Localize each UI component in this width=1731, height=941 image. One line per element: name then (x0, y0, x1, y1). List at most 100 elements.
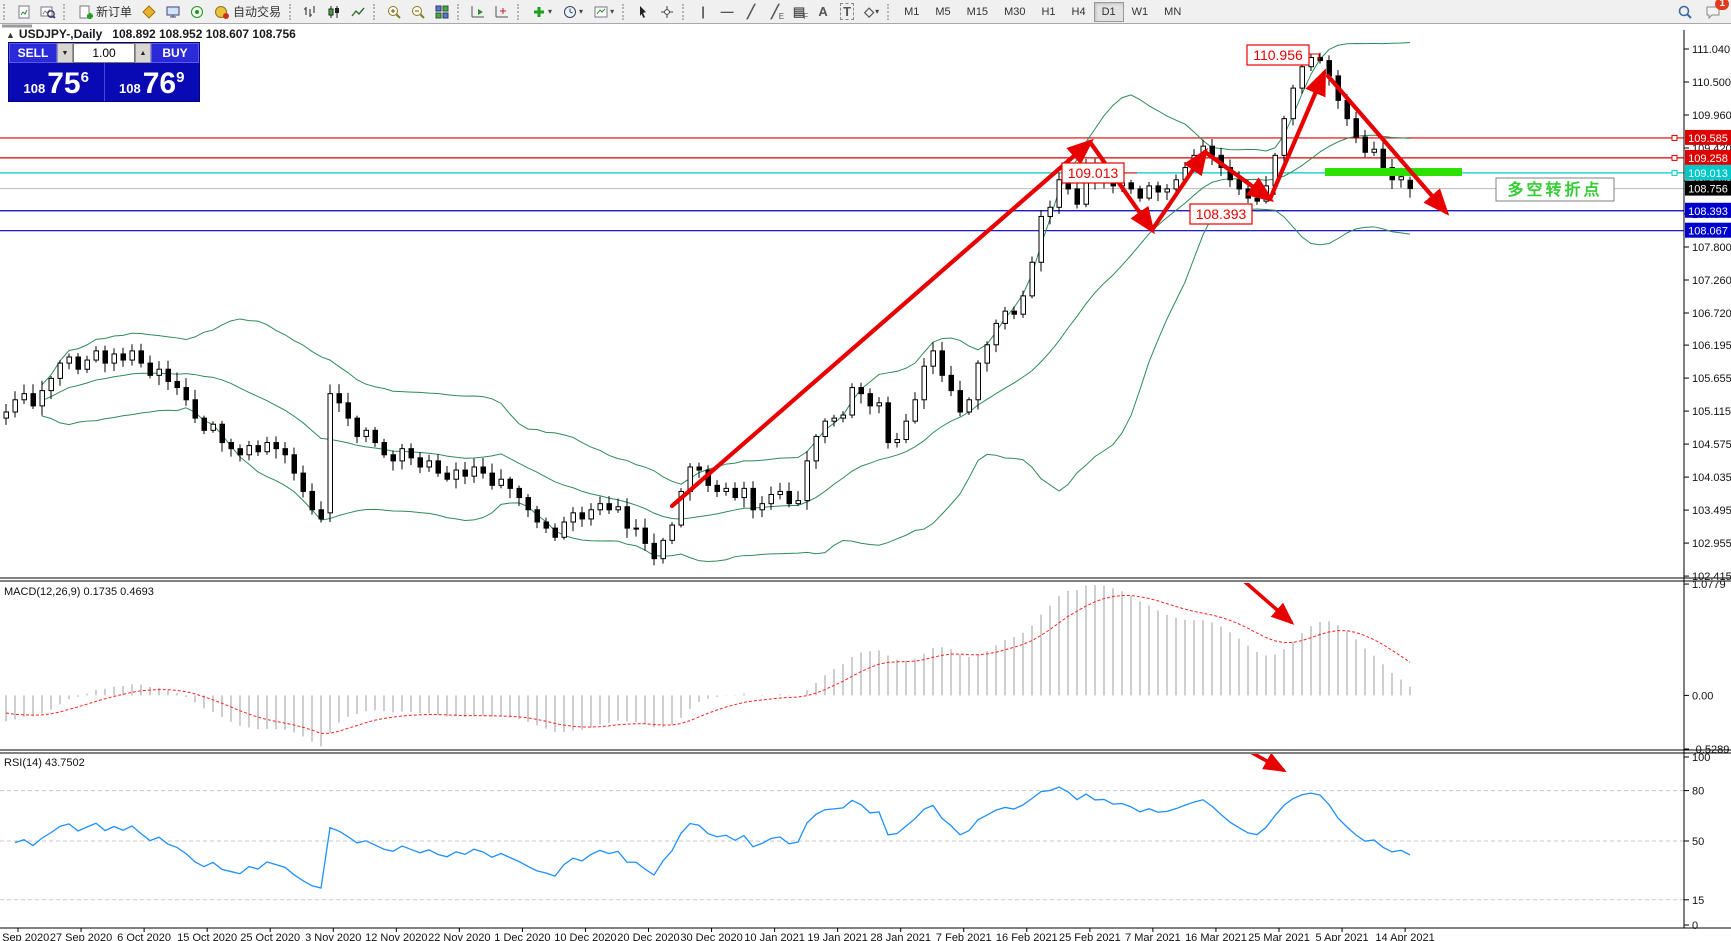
svg-text:105.655: 105.655 (1692, 373, 1731, 385)
sell-button[interactable]: SELL (9, 43, 57, 63)
svg-text:102.955: 102.955 (1692, 538, 1731, 550)
chevron-down-icon: ▾ (875, 7, 880, 16)
chevron-down-icon: ▾ (548, 7, 553, 16)
line-handle (1671, 169, 1678, 176)
timeframe-button-H4[interactable]: H4 (1064, 2, 1094, 22)
timeframe-button-M30[interactable]: M30 (996, 2, 1033, 22)
new-order-button[interactable]: 新订单 (72, 1, 137, 23)
sell-price-display[interactable]: 108 75 6 (9, 63, 104, 101)
svg-text:109.960: 109.960 (1692, 110, 1731, 122)
toolbar-grip (887, 3, 893, 20)
svg-text:104.035: 104.035 (1692, 472, 1731, 484)
market-watch-icon (141, 4, 157, 20)
buy-price-pip: 9 (176, 69, 185, 86)
volume-input[interactable] (73, 43, 135, 63)
price-chart-canvas[interactable]: 110.956 109.013 108.393 多空转折点 111.040 110.500… (0, 0, 1731, 941)
auto-scroll-button[interactable] (466, 1, 490, 23)
toolbar-grip (517, 3, 523, 20)
vertical-line-tool[interactable]: | (691, 1, 715, 23)
buy-price-display[interactable]: 108 76 9 (105, 63, 200, 101)
new-chart-button[interactable] (12, 1, 36, 23)
vertical-line-icon: | (701, 4, 705, 19)
svg-text:105.115: 105.115 (1692, 406, 1731, 418)
auto-trading-icon (214, 4, 230, 20)
zoom-out-button[interactable] (406, 1, 430, 23)
periods-button[interactable]: ▾ (557, 1, 588, 23)
price-axis-badge: 108.756 (1685, 180, 1731, 196)
chart-symbol-title: ▲ USDJPY-,Daily 108.892 108.952 108.607 10… (6, 27, 296, 41)
zoom-in-button[interactable] (382, 1, 406, 23)
templates-button[interactable]: ▾ (588, 1, 619, 23)
search-button[interactable] (1673, 1, 1697, 23)
svg-text:7 Mar 2021: 7 Mar 2021 (1125, 932, 1181, 941)
notifications-button[interactable]: 1 (1701, 0, 1729, 23)
text-label-tool[interactable]: T (835, 1, 859, 23)
shapes-icon: ◇ (864, 3, 875, 19)
svg-text:10 Jan 2021: 10 Jan 2021 (744, 932, 805, 941)
channel-tool[interactable]: ╱ E (763, 1, 787, 23)
candlestick-chart-icon (326, 4, 342, 20)
symbol-name: USDJPY-,Daily (18, 27, 103, 41)
one-click-trading-panel: SELL ▼ ▲ BUY 108 75 6 108 76 9 (8, 42, 200, 102)
tile-windows-button[interactable] (430, 1, 454, 23)
svg-text:15: 15 (1692, 895, 1704, 907)
text-tool[interactable]: A (811, 1, 835, 23)
shapes-tool[interactable]: ◇ ▾ (859, 1, 884, 23)
timeframe-button-W1[interactable]: W1 (1124, 2, 1157, 22)
auto-scroll-icon (470, 4, 486, 20)
svg-text:50: 50 (1692, 836, 1704, 848)
cursor-button[interactable] (631, 1, 655, 23)
text-tool-icon: A (818, 4, 828, 19)
svg-text:108.393: 108.393 (1196, 206, 1247, 222)
svg-text:109.013: 109.013 (1068, 165, 1119, 181)
svg-text:20 Dec 2020: 20 Dec 2020 (617, 932, 679, 941)
new-order-label: 新订单 (96, 5, 133, 19)
timeframe-button-M5[interactable]: M5 (927, 2, 958, 22)
svg-text:25 Oct 2020: 25 Oct 2020 (240, 932, 300, 941)
navigator-button[interactable] (185, 1, 209, 23)
bar-chart-button[interactable] (298, 1, 322, 23)
timeframe-button-M1[interactable]: M1 (896, 2, 927, 22)
timeframe-button-H1[interactable]: H1 (1033, 2, 1063, 22)
profiles-button[interactable] (36, 1, 60, 23)
tile-windows-icon (434, 4, 450, 20)
svg-text:111.040: 111.040 (1692, 44, 1730, 56)
candlestick-chart-button[interactable] (322, 1, 346, 23)
buy-button[interactable]: BUY (151, 43, 199, 63)
toolbar-grip (3, 3, 9, 20)
collapse-triangle-icon[interactable]: ▲ (6, 30, 15, 40)
market-watch-button[interactable] (137, 1, 161, 23)
new-order-icon (77, 4, 93, 20)
data-window-button[interactable] (161, 1, 185, 23)
line-handle (1671, 154, 1678, 161)
svg-text:22 Nov 2020: 22 Nov 2020 (428, 932, 490, 941)
timeframe-button-M15[interactable]: M15 (959, 2, 996, 22)
line-chart-icon (350, 4, 366, 20)
timeframe-buttons: M1 M5 M15 M30 H1 H4 D1 W1 MN (896, 1, 1189, 22)
volume-decrease-button[interactable]: ▼ (57, 43, 73, 63)
horizontal-line-tool[interactable]: — (715, 1, 739, 23)
svg-text:104.575: 104.575 (1692, 439, 1731, 451)
svg-text:0.00: 0.00 (1692, 690, 1713, 702)
svg-text:103.495: 103.495 (1692, 505, 1731, 517)
timeframe-button-MN[interactable]: MN (1156, 2, 1189, 22)
horizontal-line-icon: — (720, 4, 734, 19)
indicators-button[interactable]: ▾ (526, 1, 557, 23)
volume-increase-button[interactable]: ▲ (135, 43, 151, 63)
svg-text:100: 100 (1692, 752, 1710, 764)
crosshair-icon (659, 4, 675, 20)
svg-text:12 Nov 2020: 12 Nov 2020 (365, 932, 427, 941)
text-label-icon: T (840, 3, 855, 20)
svg-text:15 Oct 2020: 15 Oct 2020 (177, 932, 237, 941)
trendline-tool[interactable]: ╱ (739, 1, 763, 23)
svg-text:109.013: 109.013 (1688, 168, 1728, 180)
fibonacci-tool[interactable]: ▤ F (787, 1, 811, 23)
svg-text:3 Nov 2020: 3 Nov 2020 (305, 932, 361, 941)
chart-shift-button[interactable] (490, 1, 514, 23)
auto-trading-button[interactable]: 自动交易 (209, 1, 286, 23)
timeframe-button-D1[interactable]: D1 (1093, 1, 1124, 22)
svg-text:109.585: 109.585 (1688, 133, 1728, 145)
svg-text:25 Mar 2021: 25 Mar 2021 (1248, 932, 1310, 941)
line-chart-button[interactable] (346, 1, 370, 23)
crosshair-button[interactable] (655, 1, 679, 23)
